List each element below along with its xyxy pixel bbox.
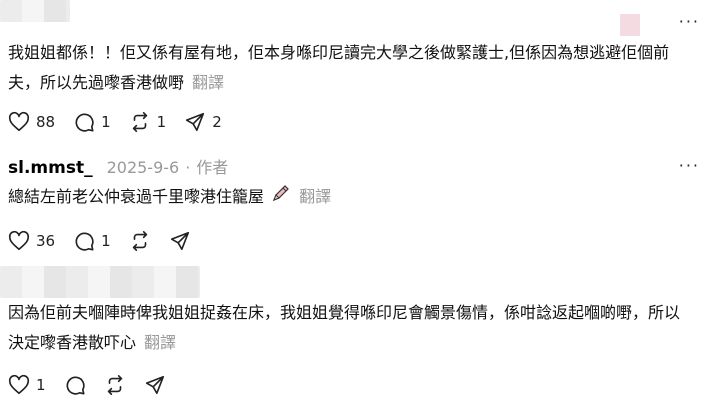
comment-body: 因為佢前夫嗰陣時俾我姐姐捉姦在床，我姐姐覺得喺印尼會觸景傷情，係咁諗返起嗰啲嘢，… <box>8 303 681 352</box>
blurred-avatar-name <box>0 0 70 22</box>
comment-body: 我姐姐都係！！佢又係有屋有地，佢本身喺印尼讀完大學之後做緊護士,但係因為想逃避佢… <box>8 43 670 92</box>
action-bar: 88 1 1 2 <box>8 110 240 134</box>
separator: · <box>185 158 191 177</box>
share-button[interactable] <box>169 230 191 252</box>
share-count: 2 <box>212 113 222 131</box>
like-count: 1 <box>36 376 46 394</box>
repost-count: 1 <box>156 113 167 131</box>
comment-date: 2025-9-6 <box>106 158 180 177</box>
like-button[interactable]: 88 <box>8 111 55 133</box>
reply-count: 1 <box>101 232 111 250</box>
comment-text: 因為佢前夫嗰陣時俾我姐姐捉姦在床，我姐姐覺得喺印尼會觸景傷情，係咁諗返起嗰啲嘢，… <box>8 298 688 358</box>
comment-text: 總結左前老公仲衰過千里嚟港住籠屋 翻譯 <box>8 182 688 213</box>
comment-icon <box>66 376 85 395</box>
share-icon <box>170 231 189 251</box>
repost-icon <box>107 375 122 395</box>
blurred-avatar-name <box>0 266 200 298</box>
comment-body: 總結左前老公仲衰過千里嚟港住籠屋 <box>8 187 265 206</box>
action-bar: 36 1 <box>8 229 209 253</box>
reply-count: 1 <box>101 113 111 131</box>
repost-icon <box>132 112 147 132</box>
comment-text: 我姐姐都係！！佢又係有屋有地，佢本身喺印尼讀完大學之後做緊護士,但係因為想逃避佢… <box>8 38 688 98</box>
share-button[interactable] <box>144 374 166 396</box>
share-icon <box>186 112 205 132</box>
heart-icon <box>8 374 30 395</box>
like-count: 36 <box>36 232 56 250</box>
translate-link[interactable]: 翻譯 <box>192 73 224 92</box>
heart-icon <box>8 111 30 132</box>
share-icon <box>145 375 164 395</box>
repost-icon <box>132 231 147 251</box>
action-bar: 1 <box>8 373 184 397</box>
translate-link[interactable]: 翻譯 <box>299 187 331 206</box>
comment-icon <box>75 232 94 251</box>
translate-link[interactable]: 翻譯 <box>144 333 176 352</box>
comment-icon <box>75 113 94 132</box>
username-link[interactable]: sl.mmst_ <box>8 158 93 178</box>
repost-button[interactable]: 1 <box>129 111 167 133</box>
reply-button[interactable]: 1 <box>73 111 111 133</box>
heart-icon <box>8 230 30 251</box>
repost-button[interactable] <box>129 230 151 252</box>
like-button[interactable]: 36 <box>8 230 55 252</box>
author-badge: 作者 <box>196 158 229 177</box>
like-count: 88 <box>36 113 56 131</box>
pencil-icon <box>271 183 291 213</box>
like-button[interactable]: 1 <box>8 374 46 396</box>
reply-button[interactable]: 1 <box>73 230 111 252</box>
author-row: sl.mmst_ 2025-9-6 · 作者 <box>8 154 228 178</box>
blurred-badge <box>620 14 640 36</box>
more-options-button[interactable]: ··· <box>679 12 700 31</box>
more-options-button[interactable]: ··· <box>679 156 700 175</box>
reply-button[interactable] <box>64 374 86 396</box>
share-button[interactable]: 2 <box>184 111 222 133</box>
repost-button[interactable] <box>104 374 126 396</box>
